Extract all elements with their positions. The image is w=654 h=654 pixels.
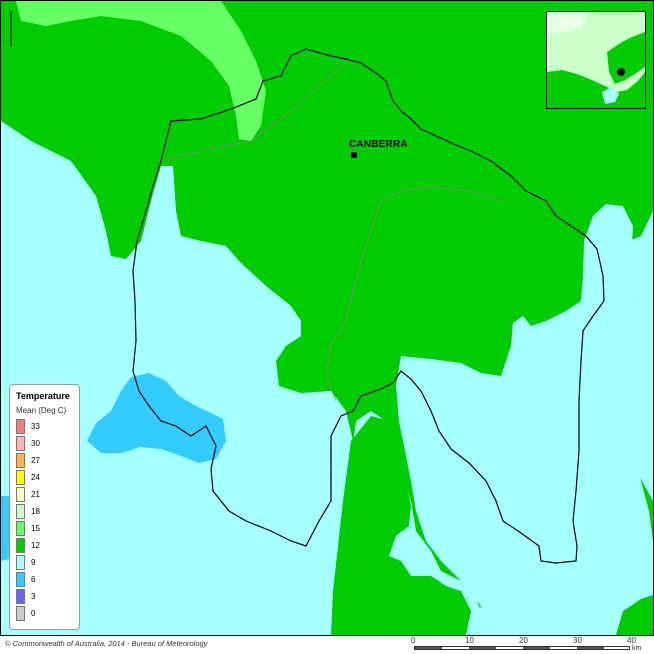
- legend-swatch: [16, 555, 25, 570]
- map-frame[interactable]: CANBERRA Temperature Mean (Deg C) 33 30 27…: [0, 0, 654, 636]
- city-marker-canberra: [351, 152, 357, 158]
- legend-label: 0: [31, 609, 36, 618]
- legend-label: 15: [31, 524, 40, 533]
- scale-unit: km: [632, 645, 642, 652]
- legend-swatch: [16, 589, 25, 604]
- legend-label: 24: [31, 473, 40, 482]
- scale-tick-label: 10: [465, 636, 474, 645]
- locator-inset-map: [546, 11, 646, 109]
- legend-label: 12: [31, 541, 40, 550]
- legend-swatch: [16, 521, 25, 536]
- legend-title: Temperature: [16, 391, 70, 401]
- legend-label: 6: [31, 575, 36, 584]
- city-label-canberra: CANBERRA: [349, 139, 408, 150]
- legend-label: 33: [31, 422, 40, 431]
- scale-tick-label: 40: [627, 636, 636, 645]
- scale-tick-label: 0: [411, 636, 416, 645]
- legend-swatch: [16, 419, 25, 434]
- scale-bar-graphic: [414, 646, 630, 650]
- legend-label: 27: [31, 456, 40, 465]
- legend-label: 21: [31, 490, 40, 499]
- scale-tick-label: 20: [519, 636, 528, 645]
- legend-swatch: [16, 504, 25, 519]
- inset-map-graphic: [547, 12, 645, 108]
- legend-label: 18: [31, 507, 40, 516]
- legend-swatch: [16, 606, 25, 621]
- scale-bar: 0 10 20 30 40 km: [410, 636, 650, 654]
- legend-label: 9: [31, 558, 36, 567]
- legend-swatch: [16, 453, 25, 468]
- legend-swatch: [16, 572, 25, 587]
- legend-panel: Temperature Mean (Deg C) 33 30 27 24 21 18 15 1…: [9, 384, 80, 630]
- legend-swatch: [16, 470, 25, 485]
- map-footer: © Commonwealth of Australia, 2014 - Bure…: [0, 635, 654, 654]
- legend-subtitle: Mean (Deg C): [16, 406, 67, 415]
- scale-tick-label: 30: [573, 636, 582, 645]
- legend-swatch: [16, 487, 25, 502]
- legend-swatch: [16, 436, 25, 451]
- legend-swatch: [16, 538, 25, 553]
- legend-label: 3: [31, 592, 36, 601]
- legend-label: 30: [31, 439, 40, 448]
- copyright-text: © Commonwealth of Australia, 2014 - Bure…: [5, 639, 208, 648]
